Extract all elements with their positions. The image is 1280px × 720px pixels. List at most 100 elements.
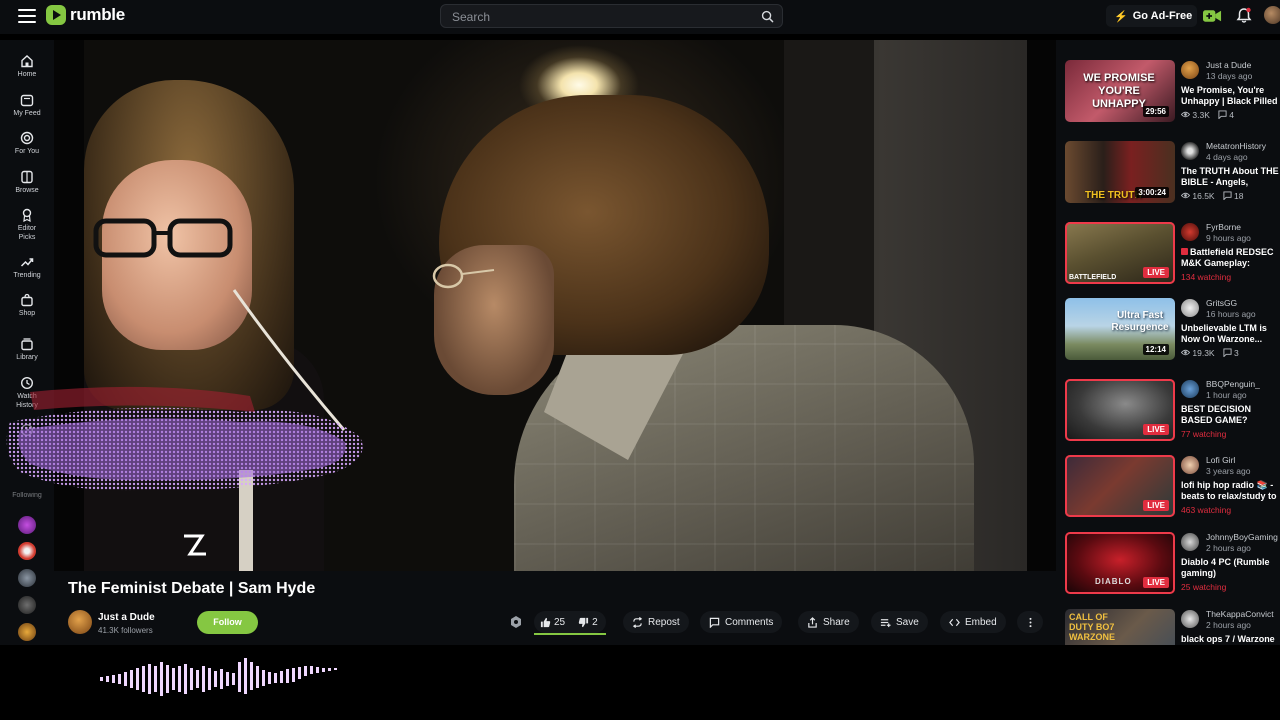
channel-avatar[interactable] xyxy=(1181,610,1199,628)
channel-avatar[interactable] xyxy=(68,610,92,634)
thumbnail-text: DIABLO xyxy=(1095,577,1132,586)
rec-channel-name[interactable]: JohnnyBoyGaming xyxy=(1206,532,1278,542)
subscription-avatar[interactable] xyxy=(18,623,36,641)
thumbnail-text: THE TRUTH xyxy=(1085,190,1142,201)
comment-icon xyxy=(1218,110,1227,120)
rec-channel-name[interactable]: GritsGG xyxy=(1206,298,1237,308)
rec-channel-name[interactable]: Just a Dude xyxy=(1206,60,1251,70)
video-thumbnail[interactable]: CALL OF DUTY BO7 WARZONE xyxy=(1065,609,1175,645)
channel-followers: 41.3K followers xyxy=(98,626,153,635)
rec-channel-name[interactable]: FyrBorne xyxy=(1206,222,1241,232)
recommended-video[interactable]: DIABLO LIVE JohnnyBoyGaming 2 hours ago … xyxy=(1065,532,1280,598)
video-thumbnail[interactable]: LIVE xyxy=(1065,379,1175,441)
nav-browse[interactable]: Browse xyxy=(0,170,54,196)
share-icon xyxy=(808,616,817,628)
nav-home[interactable]: Home xyxy=(0,54,54,80)
live-badge: LIVE xyxy=(1143,500,1169,511)
rec-channel-name[interactable]: Lofi Girl xyxy=(1206,455,1235,465)
rec-channel-name[interactable]: TheKappaConvict xyxy=(1206,609,1274,619)
rec-upload-age: 2 hours ago xyxy=(1206,620,1251,630)
search-input[interactable]: Search xyxy=(440,4,783,28)
rec-views: 3.3K xyxy=(1192,110,1210,120)
vote-ratio-bar xyxy=(534,633,606,635)
rec-upload-age: 16 hours ago xyxy=(1206,309,1256,319)
channel-avatar[interactable] xyxy=(1181,456,1199,474)
channel-avatar[interactable] xyxy=(1181,380,1199,398)
comments-button[interactable]: Comments xyxy=(700,611,783,633)
nav-trending-label: Trending xyxy=(13,272,41,279)
embed-button[interactable]: Embed xyxy=(940,611,1006,633)
medal-icon xyxy=(22,208,32,222)
search-icon[interactable] xyxy=(761,10,774,23)
notification-bell-icon[interactable] xyxy=(1236,7,1252,24)
recommended-video[interactable]: BATTLEFIELD LIVE FyrBorne 9 hours ago Ba… xyxy=(1065,222,1280,288)
follow-button[interactable]: Follow xyxy=(197,611,258,634)
recommended-video[interactable]: LIVE BBQPenguin_ 1 hour ago BEST DECISIO… xyxy=(1065,379,1280,445)
recommended-video[interactable]: WE PROMISE YOU'RE UNHAPPY 29:56 Just a D… xyxy=(1065,60,1280,126)
man-glasses-graphic xyxy=(432,263,495,289)
go-ad-free-label: Go Ad-Free xyxy=(1132,10,1193,22)
rec-video-title[interactable]: Battlefield REDSEC M&K Gameplay: Buildin… xyxy=(1181,247,1280,269)
subscription-avatar[interactable] xyxy=(18,569,36,587)
comments-label: Comments xyxy=(725,616,774,628)
rec-views: 16.5K xyxy=(1192,191,1215,201)
upload-video-icon[interactable] xyxy=(1203,9,1222,23)
vote-group: 25 2 xyxy=(534,611,606,633)
recommended-video[interactable]: CALL OF DUTY BO7 WARZONE TheKappaConvict… xyxy=(1065,609,1280,645)
repost-button[interactable]: Repost xyxy=(623,611,689,633)
dislike-count: 2 xyxy=(592,616,598,628)
user-avatar[interactable] xyxy=(1264,6,1280,24)
save-label: Save xyxy=(896,616,919,628)
video-thumbnail[interactable]: WE PROMISE YOU'RE UNHAPPY 29:56 xyxy=(1065,60,1175,122)
save-button[interactable]: Save xyxy=(871,611,928,633)
thumbs-up-icon[interactable] xyxy=(540,617,551,628)
nav-shop[interactable]: Shop xyxy=(0,293,54,319)
subscription-avatar[interactable] xyxy=(18,542,36,560)
video-thumbnail[interactable]: BATTLEFIELD LIVE xyxy=(1065,222,1175,284)
rec-video-title[interactable]: lofi hip hop radio 📚 - beats to relax/st… xyxy=(1181,480,1280,502)
rec-channel-name[interactable]: BBQPenguin_ xyxy=(1206,379,1260,389)
nav-library[interactable]: Library xyxy=(0,337,54,363)
subscription-avatar[interactable] xyxy=(18,596,36,614)
boost-icon[interactable] xyxy=(509,615,523,629)
video-thumbnail[interactable]: THE TRUTH 3:00:24 xyxy=(1065,141,1175,203)
channel-avatar[interactable] xyxy=(1181,61,1199,79)
thumbs-down-icon[interactable] xyxy=(578,617,589,628)
channel-name[interactable]: Just a Dude xyxy=(98,612,155,623)
rec-upload-age: 13 days ago xyxy=(1206,71,1253,81)
recommended-video[interactable]: THE TRUTH 3:00:24 MetatronHistory 4 days… xyxy=(1065,141,1280,207)
nav-my-feed[interactable]: My Feed xyxy=(0,93,54,119)
share-button[interactable]: Share xyxy=(798,611,859,633)
rec-video-title[interactable]: black ops 7 / Warzone xyxy=(1181,634,1280,645)
rumble-logo[interactable]: rumble xyxy=(46,5,125,25)
more-options-button[interactable] xyxy=(1017,611,1043,633)
comment-icon xyxy=(709,617,720,628)
go-ad-free-button[interactable]: ⚡ Go Ad-Free xyxy=(1106,5,1197,27)
nav-for-you[interactable]: For You xyxy=(0,131,54,157)
rec-video-title[interactable]: We Promise, You're Unhappy | Black Pille… xyxy=(1181,85,1280,107)
channel-avatar[interactable] xyxy=(1181,533,1199,551)
recommended-video[interactable]: Ultra Fast Resurgence 12:14 GritsGG 16 h… xyxy=(1065,298,1280,364)
logo-text: rumble xyxy=(70,5,125,24)
rec-channel-name[interactable]: MetatronHistory xyxy=(1206,141,1266,151)
video-thumbnail[interactable]: Ultra Fast Resurgence 12:14 xyxy=(1065,298,1175,360)
rec-video-title[interactable]: BEST DECISION BASED GAME? xyxy=(1181,404,1280,426)
save-playlist-icon xyxy=(880,618,891,627)
rec-upload-age: 4 days ago xyxy=(1206,152,1248,162)
channel-avatar[interactable] xyxy=(1181,299,1199,317)
recommended-video[interactable]: LIVE Lofi Girl 3 years ago lofi hip hop … xyxy=(1065,455,1280,521)
nav-editor-picks-label: Editor Picks xyxy=(17,225,37,241)
menu-icon[interactable] xyxy=(18,9,36,23)
channel-avatar[interactable] xyxy=(1181,223,1199,241)
rec-video-title[interactable]: Unbelievable LTM is Now On Warzone... Bu… xyxy=(1181,323,1280,345)
rec-video-title[interactable]: Diablo 4 PC (Rumble gaming) xyxy=(1181,557,1280,579)
browse-icon xyxy=(21,170,33,184)
repost-label: Repost xyxy=(648,616,680,628)
rec-video-title[interactable]: The TRUTH About THE BIBLE - Angels, Demo… xyxy=(1181,166,1280,188)
video-thumbnail[interactable]: LIVE xyxy=(1065,455,1175,517)
nav-home-label: Home xyxy=(17,71,37,78)
nav-trending[interactable]: Trending xyxy=(0,255,54,281)
video-thumbnail[interactable]: DIABLO LIVE xyxy=(1065,532,1175,594)
nav-editor-picks[interactable]: Editor Picks xyxy=(0,208,54,242)
channel-avatar[interactable] xyxy=(1181,142,1199,160)
